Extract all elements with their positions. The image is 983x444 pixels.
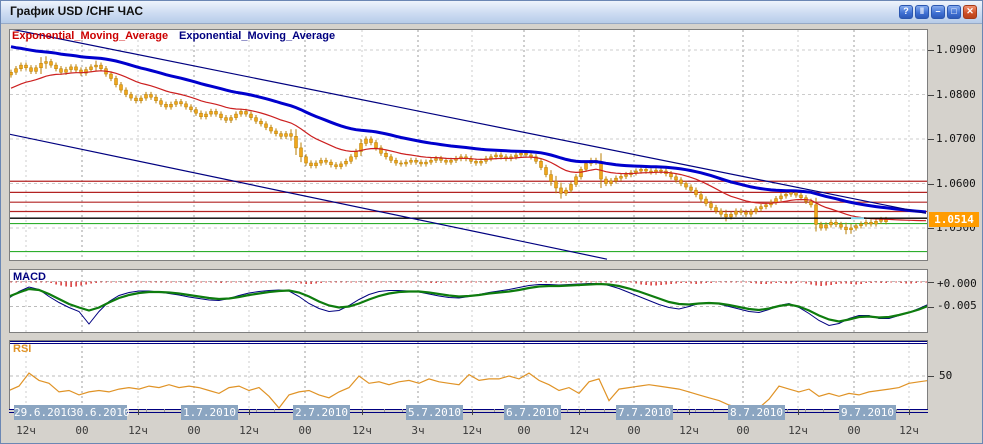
price-axis-label: 1.0700 bbox=[936, 132, 976, 145]
price-axis-label: 1.0900 bbox=[936, 43, 976, 56]
time-axis-minor-tick bbox=[256, 409, 257, 412]
time-axis-label: 00 bbox=[288, 424, 322, 437]
time-axis-label: 00 bbox=[837, 424, 871, 437]
time-axis-label: 12ч bbox=[672, 424, 706, 437]
time-axis-label: 12ч bbox=[455, 424, 489, 437]
time-axis-major-tick bbox=[798, 409, 799, 415]
time-axis-label: 3ч bbox=[401, 424, 435, 437]
time-axis-label: 12ч bbox=[121, 424, 155, 437]
title-bar[interactable]: График USD /CHF ЧАС ?‖–□✕ bbox=[1, 1, 982, 24]
time-axis-label: 12ч bbox=[9, 424, 43, 437]
macd-axis-label-neg: -0.005 bbox=[937, 299, 977, 312]
time-axis-minor-tick bbox=[494, 409, 495, 412]
time-axis-major-tick bbox=[909, 409, 910, 415]
ema-label-blue: Exponential_Moving_Average bbox=[179, 30, 335, 42]
ema-blue-line bbox=[11, 47, 926, 212]
macd-signal-line bbox=[10, 284, 927, 322]
date-badge: 9.7.2010 bbox=[839, 405, 896, 420]
time-axis-major-tick bbox=[249, 409, 250, 415]
price-axis-tick bbox=[928, 139, 934, 140]
time-axis-label: 12ч bbox=[781, 424, 815, 437]
date-badge: 1.7.2010 bbox=[181, 405, 238, 420]
time-axis-major-tick bbox=[472, 409, 473, 415]
time-axis-minor-tick bbox=[164, 409, 165, 412]
time-axis-label: 00 bbox=[617, 424, 651, 437]
macd-axis-label-zero: +0.000 bbox=[937, 277, 977, 290]
time-axis-minor-tick bbox=[274, 409, 275, 412]
time-axis-minor-tick bbox=[384, 409, 385, 412]
time-axis-line bbox=[9, 412, 928, 413]
rsi-pane[interactable] bbox=[9, 340, 928, 410]
indicator-axis-tick bbox=[928, 282, 934, 283]
time-axis-minor-tick bbox=[896, 409, 897, 412]
time-axis-minor-tick bbox=[238, 409, 239, 412]
macd-pane[interactable] bbox=[9, 269, 928, 333]
price-axis-tick bbox=[928, 184, 934, 185]
price-axis-tick bbox=[928, 50, 934, 51]
time-axis-label: 00 bbox=[65, 424, 99, 437]
date-badge: 8.7.2010 bbox=[728, 405, 785, 420]
trend-line bbox=[10, 30, 926, 213]
rsi-chart bbox=[10, 341, 927, 409]
price-chart bbox=[10, 30, 927, 260]
date-badge: 29.6.2010 bbox=[14, 405, 71, 420]
date-badge: 2.7.2010 bbox=[293, 405, 350, 420]
time-axis-minor-tick bbox=[585, 409, 586, 412]
window-title: График USD /CHF ЧАС bbox=[10, 4, 143, 18]
time-axis-minor-tick bbox=[567, 409, 568, 412]
time-axis-major-tick bbox=[362, 409, 363, 415]
macd-label: MACD bbox=[13, 271, 46, 283]
time-axis-label: 12ч bbox=[562, 424, 596, 437]
time-axis-major-tick bbox=[138, 409, 139, 415]
chart-window: График USD /CHF ЧАС ?‖–□✕ Exponential_Mo… bbox=[0, 0, 983, 444]
price-axis-tick bbox=[928, 228, 934, 229]
pause-button[interactable]: ‖ bbox=[915, 5, 929, 19]
rsi-label: RSI bbox=[13, 343, 31, 355]
time-axis-major-tick bbox=[689, 409, 690, 415]
time-axis-label: 00 bbox=[177, 424, 211, 437]
grid bbox=[26, 30, 909, 260]
time-axis-minor-tick bbox=[146, 409, 147, 412]
price-axis-tick bbox=[928, 95, 934, 96]
ema-red-line bbox=[11, 71, 926, 221]
current-price-badge: 1.0514 bbox=[929, 212, 979, 227]
grid bbox=[26, 341, 909, 409]
time-axis-minor-tick bbox=[805, 409, 806, 412]
time-axis-label: 12ч bbox=[892, 424, 926, 437]
time-axis-minor-tick bbox=[713, 409, 714, 412]
maximize-button[interactable]: □ bbox=[947, 5, 961, 19]
time-axis-minor-tick bbox=[677, 409, 678, 412]
indicator-axis-tick bbox=[928, 307, 934, 308]
main-chart-pane[interactable] bbox=[9, 29, 928, 261]
time-axis-minor-tick bbox=[823, 409, 824, 412]
time-axis-label: 00 bbox=[507, 424, 541, 437]
time-axis-minor-tick bbox=[787, 409, 788, 412]
date-badge: 7.7.2010 bbox=[616, 405, 673, 420]
time-axis-label: 12ч bbox=[232, 424, 266, 437]
time-axis[interactable]: 29.6.201030.6.2010 1.7.2010 2.7.2010 5.7.20… bbox=[1, 401, 983, 444]
time-axis-major-tick bbox=[579, 409, 580, 415]
help-button[interactable]: ? bbox=[899, 5, 913, 19]
ema-label-red: Exponential_Moving_Average bbox=[12, 30, 168, 42]
time-axis-label: 12ч bbox=[345, 424, 379, 437]
trend-line bbox=[10, 134, 607, 259]
macd-chart bbox=[10, 270, 927, 332]
price-axis-label: 1.0800 bbox=[936, 88, 976, 101]
time-axis-minor-tick bbox=[604, 409, 605, 412]
price-axis-label: 1.0600 bbox=[936, 177, 976, 190]
time-axis-label: 00 bbox=[726, 424, 760, 437]
minimize-button[interactable]: – bbox=[931, 5, 945, 19]
window-controls: ?‖–□✕ bbox=[899, 5, 977, 19]
date-badge: 5.7.2010 bbox=[406, 405, 463, 420]
grid bbox=[26, 270, 909, 332]
date-badge: 6.7.2010 bbox=[504, 405, 561, 420]
rsi-axis-label-50: 50 bbox=[939, 369, 952, 382]
time-axis-minor-tick bbox=[695, 409, 696, 412]
close-button[interactable]: ✕ bbox=[963, 5, 977, 19]
indicator-axis-tick bbox=[928, 376, 934, 377]
date-badge: 30.6.2010 bbox=[70, 405, 127, 420]
time-axis-minor-tick bbox=[402, 409, 403, 412]
